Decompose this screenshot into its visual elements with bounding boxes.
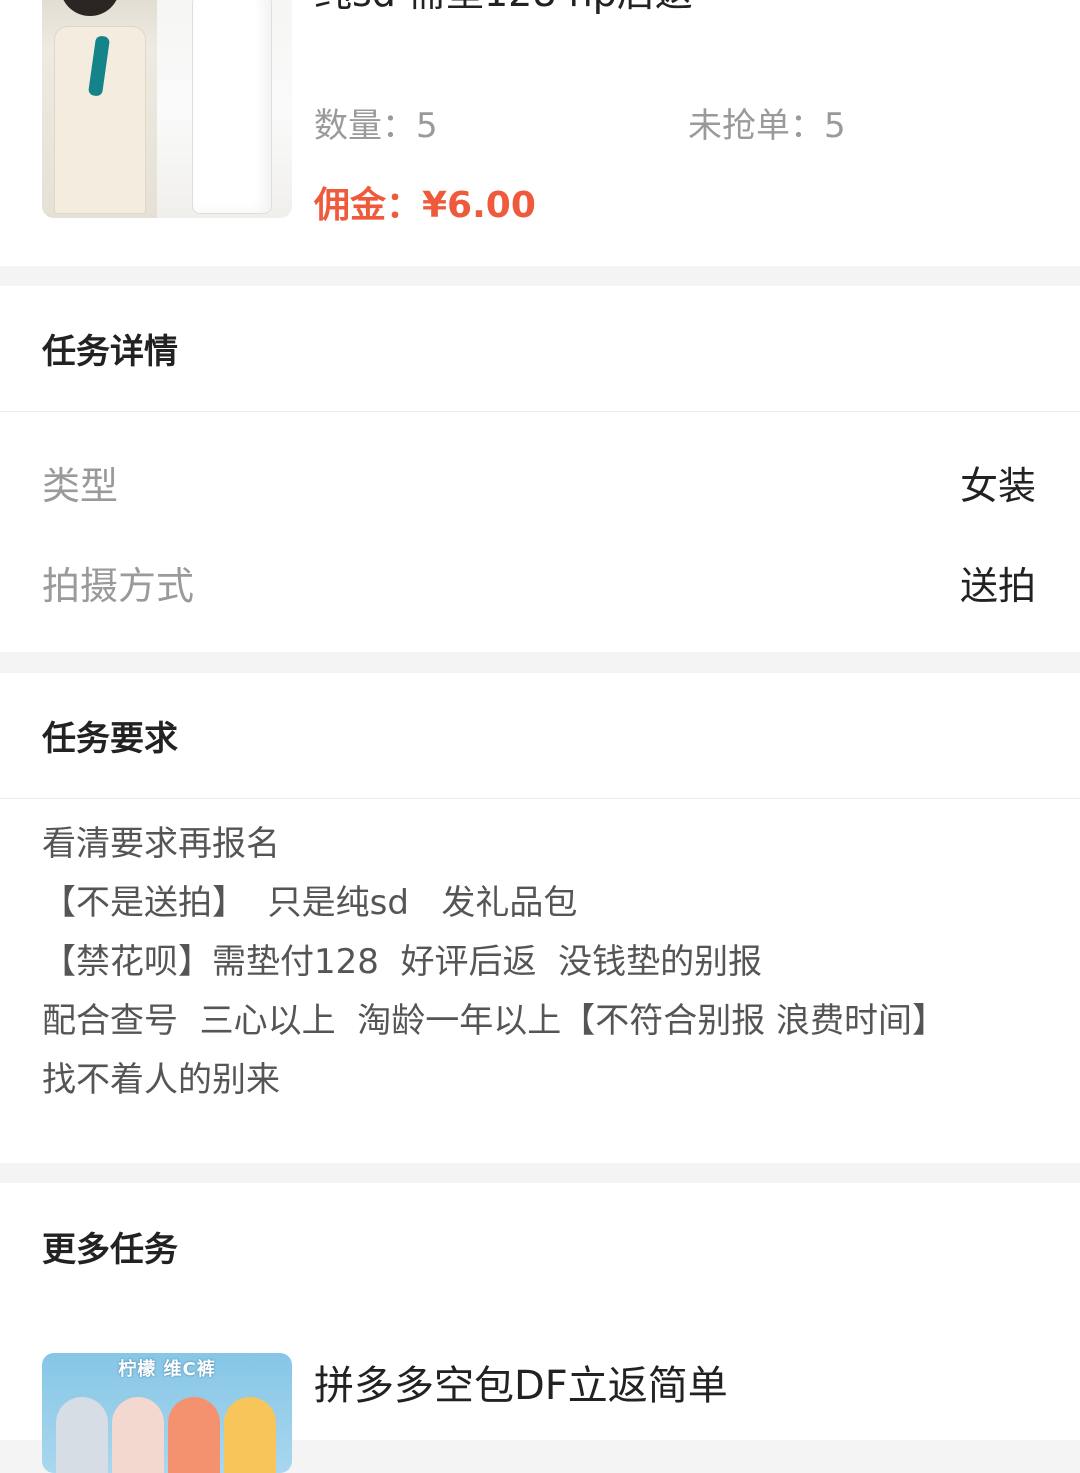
sock-shape [56,1397,108,1473]
requirement-line: 【禁花呗】需垫付128 好评后返 没钱垫的别报 [42,942,763,982]
task-details-section: 任务详情 类型 女装 拍摄方式 送拍 [0,286,1080,652]
detail-row-type: 类型 女装 [42,452,1036,512]
commission-label: 佣金：¥6.00 [314,185,536,226]
section-title: 任务要求 [0,673,1080,799]
requirement-line: 【不是送拍】 只是纯sd 发礼品包 [42,883,578,923]
requirement-line: 配合查号 三心以上 淘龄一年以上【不符合别报 浪费时间】 [42,1001,947,1041]
more-tasks-section: 更多任务 柠檬 维C裤 拼多多空包DF立返简单 [0,1183,1080,1473]
product-card[interactable]: 纯sd 需垫128 hp后返 数量：5 未抢单：5 佣金：¥6.00 [0,0,1080,266]
detail-label: 拍摄方式 [42,563,195,608]
quantity-label: 数量：5 [314,106,438,146]
detail-label: 类型 [42,463,119,508]
detail-row-shooting: 拍摄方式 送拍 [42,552,1036,612]
thumbnail-banner: 柠檬 维C裤 [42,1353,292,1383]
remaining-label: 未抢单：5 [688,106,846,146]
dress-shape [192,0,272,214]
requirements-text: 看清要求再报名 【不是送拍】 只是纯sd 发礼品包 【禁花呗】需垫付128 好评… [42,815,1040,1110]
detail-value: 女装 [959,463,1036,508]
section-title: 任务详情 [0,286,1080,412]
sock-shape [112,1397,164,1473]
task-thumbnail[interactable]: 柠檬 维C裤 [42,1353,292,1473]
product-title: 纯sd 需垫128 hp后返 [314,0,693,17]
product-image[interactable] [42,0,292,218]
requirement-line: 找不着人的别来 [42,1060,280,1100]
detail-value: 送拍 [959,563,1036,608]
section-title: 更多任务 [42,1229,178,1270]
banner-text: 柠檬 维C裤 [118,1359,216,1380]
task-title[interactable]: 拼多多空包DF立返简单 [314,1353,728,1411]
task-requirements-section: 任务要求 看清要求再报名 【不是送拍】 只是纯sd 发礼品包 【禁花呗】需垫付1… [0,673,1080,1163]
requirement-line: 看清要求再报名 [42,824,280,864]
sock-shape [224,1397,276,1473]
sock-shape [168,1397,220,1473]
